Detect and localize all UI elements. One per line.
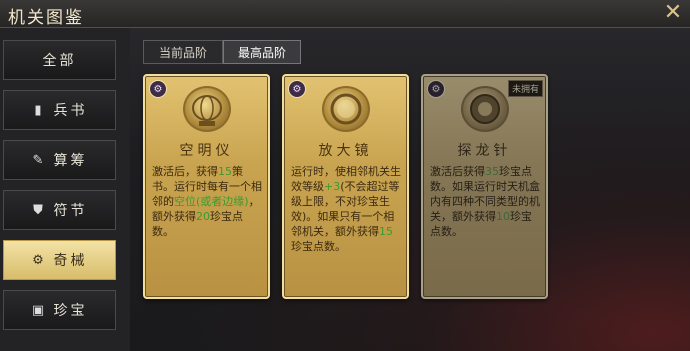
close-icon[interactable]: ✕ bbox=[662, 2, 684, 24]
tab-label: 当前品阶 bbox=[158, 45, 207, 60]
tab-current-tier[interactable]: 当前品阶 bbox=[143, 40, 223, 64]
book-icon: ▮ bbox=[34, 102, 45, 118]
window-title: 机关图鉴 bbox=[8, 8, 84, 28]
tab-max-tier[interactable]: 最高品阶 bbox=[223, 40, 301, 64]
sidebar-item-label: 算筹 bbox=[53, 153, 88, 169]
card-name: 放大镜 bbox=[318, 143, 373, 159]
sidebar-item-all[interactable]: 全部 bbox=[3, 40, 116, 80]
gear-mechanism-icon: ⚙ bbox=[32, 252, 47, 268]
sidebar-item-label: 兵书 bbox=[53, 103, 88, 119]
sidebar: 全部 ▮ 兵书 ✎ 算筹 ⛊ 符节 ⚙ 奇械 ▣ 珍宝 bbox=[0, 28, 130, 351]
mechanism-card[interactable]: ⚙ 放大镜 运行时，使相邻机关生效等级+3(不会超过等级上限，不对珍宝生效)。如… bbox=[282, 74, 409, 299]
mechanism-card[interactable]: ⚙ 空明仪 激活后，获得15策书。运行时每有一个相邻的空位(或者边缘)，额外获得… bbox=[143, 74, 270, 299]
sidebar-item-treasure[interactable]: ▣ 珍宝 bbox=[3, 290, 116, 330]
tab-label: 最高品阶 bbox=[237, 45, 286, 60]
sidebar-item-abacus[interactable]: ✎ 算筹 bbox=[3, 140, 116, 180]
mechanism-badge-icon: ⚙ bbox=[149, 80, 167, 98]
sidebar-item-mechanism[interactable]: ⚙ 奇械 bbox=[3, 240, 116, 280]
mechanism-badge-icon: ⚙ bbox=[427, 80, 445, 98]
mechanism-badge-icon: ⚙ bbox=[288, 80, 306, 98]
not-owned-badge: 未拥有 bbox=[507, 80, 543, 97]
shield-tally-icon: ⛊ bbox=[33, 202, 46, 218]
magnifying-glass-icon bbox=[322, 86, 370, 132]
abacus-icon: ✎ bbox=[32, 152, 47, 168]
title-bar: 机关图鉴 ✕ bbox=[0, 0, 690, 28]
sidebar-item-label: 符节 bbox=[53, 203, 88, 219]
mechanism-card[interactable]: ⚙ 未拥有 探龙针 激活后获得35珍宝点数。如果运行时天机盒内有四种不同类型的机… bbox=[421, 74, 548, 299]
sidebar-item-military-book[interactable]: ▮ 兵书 bbox=[3, 90, 116, 130]
card-description: 激活后，获得15策书。运行时每有一个相邻的空位(或者边缘)，额外获得20珍宝点数… bbox=[152, 165, 262, 238]
sidebar-item-label: 全部 bbox=[42, 53, 77, 69]
sidebar-item-label: 奇械 bbox=[53, 253, 88, 269]
sidebar-item-label: 珍宝 bbox=[53, 303, 88, 319]
treasure-chest-icon: ▣ bbox=[31, 302, 48, 318]
card-name: 空明仪 bbox=[179, 143, 234, 159]
sidebar-item-tally[interactable]: ⛊ 符节 bbox=[3, 190, 116, 230]
armillary-sphere-icon bbox=[183, 86, 231, 132]
card-description: 激活后获得35珍宝点数。如果运行时天机盒内有四种不同类型的机关，额外获得10珍宝… bbox=[430, 165, 540, 238]
card-name: 探龙针 bbox=[457, 143, 512, 159]
compass-needle-icon bbox=[461, 86, 509, 132]
card-description: 运行时，使相邻机关生效等级+3(不会超过等级上限，不对珍宝生效)。如果只有一个相… bbox=[291, 165, 401, 253]
